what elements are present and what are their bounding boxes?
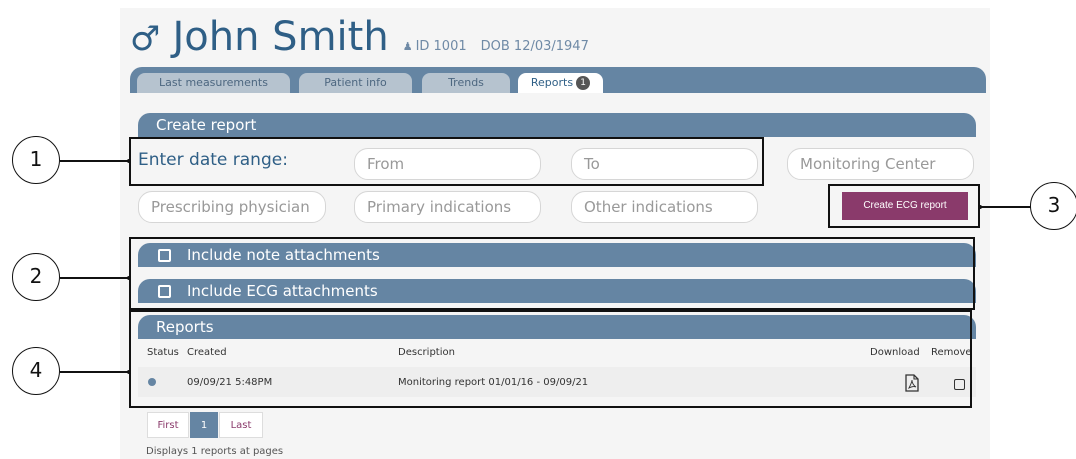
pagination-first[interactable]: First	[147, 412, 189, 438]
primary-indications-input[interactable]: Primary indications	[354, 191, 541, 223]
tab-reports[interactable]: Reports 1	[518, 73, 603, 93]
create-report-header: Create report	[138, 113, 976, 137]
callout-number-1: 1	[12, 136, 60, 184]
male-icon: ♂	[130, 19, 161, 59]
monitoring-center-input[interactable]: Monitoring Center	[787, 148, 974, 180]
callout-number-2: 2	[12, 253, 60, 301]
callout-dot-2	[127, 276, 131, 280]
pagination-page[interactable]: 1	[190, 412, 218, 438]
callout-leader-1	[60, 160, 130, 162]
callout-dot-4	[127, 370, 131, 374]
callout-box-4	[129, 310, 972, 408]
tab-patient-info[interactable]: Patient info	[299, 73, 412, 93]
patient-id-text: ID 1001	[415, 39, 467, 54]
patient-id: ♟ ID 1001	[403, 39, 467, 54]
prescribing-physician-input[interactable]: Prescribing physician	[138, 191, 326, 223]
tab-last-measurements[interactable]: Last measurements	[137, 73, 290, 93]
callout-leader-3	[980, 206, 1033, 208]
pagination-summary: Displays 1 reports at pages	[146, 446, 284, 457]
callout-leader-4	[60, 371, 130, 373]
patient-header: ♂ John Smith ♟ ID 1001 DOB 12/03/1947	[130, 14, 589, 64]
other-indications-input[interactable]: Other indications	[571, 191, 758, 223]
callout-box-2	[129, 237, 975, 310]
callout-dot-1	[127, 159, 131, 163]
person-icon: ♟	[402, 40, 413, 53]
callout-box-1	[129, 137, 764, 186]
callout-box-3	[828, 184, 980, 228]
callout-number-4: 4	[12, 347, 60, 395]
callout-dot-3	[978, 205, 982, 209]
tab-trends[interactable]: Trends	[422, 73, 510, 93]
callout-number-3: 3	[1030, 182, 1076, 230]
patient-dob: DOB 12/03/1947	[480, 39, 589, 54]
tab-reports-label: Reports	[530, 76, 574, 89]
patient-name: John Smith	[172, 14, 389, 60]
reports-count-badge: 1	[576, 76, 591, 90]
pagination-last[interactable]: Last	[219, 412, 263, 438]
callout-leader-2	[60, 277, 130, 279]
